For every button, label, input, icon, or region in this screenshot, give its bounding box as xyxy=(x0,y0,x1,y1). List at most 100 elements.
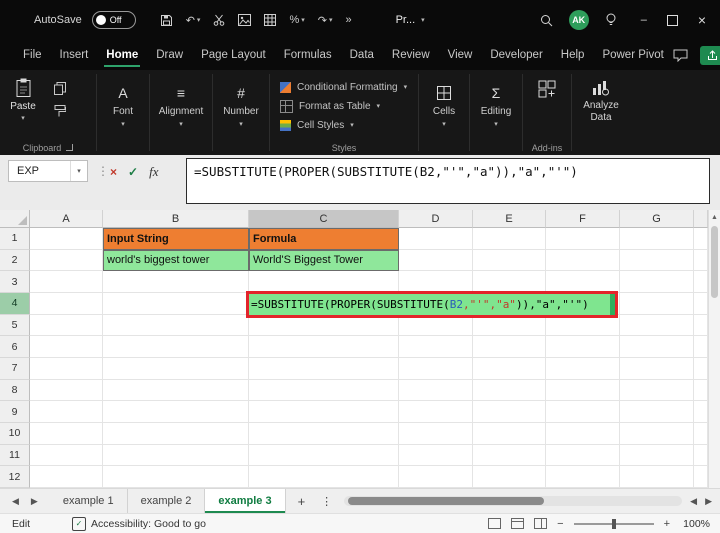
zoom-out-button[interactable]: − xyxy=(557,518,563,530)
document-title[interactable]: Pr... ▾ xyxy=(396,14,425,26)
sheet-tab-example-2[interactable]: example 2 xyxy=(128,489,206,513)
cell-G6[interactable] xyxy=(620,336,694,358)
accessibility-status[interactable]: ✓ Accessibility: Good to go xyxy=(72,517,206,531)
addins-button[interactable] xyxy=(538,70,556,140)
cell-D1[interactable] xyxy=(399,228,473,250)
cell-A9[interactable] xyxy=(30,401,103,423)
row-header-3[interactable]: 3 xyxy=(0,271,30,293)
hscroll-right-icon[interactable]: ▶ xyxy=(705,496,712,507)
font-group-collapsed[interactable]: A Font ▾ xyxy=(97,70,149,155)
cell-C2[interactable]: World'S Biggest Tower xyxy=(249,250,399,272)
sheet-tab-example-3[interactable]: example 3 xyxy=(205,489,285,513)
cell-C11[interactable] xyxy=(249,445,399,467)
cell-F3[interactable] xyxy=(546,271,620,293)
format-painter-icon[interactable] xyxy=(54,105,66,117)
editing-group-collapsed[interactable]: Σ Editing ▾ xyxy=(470,70,522,155)
row-header-9[interactable]: 9 xyxy=(0,401,30,423)
number-group-collapsed[interactable]: # Number ▾ xyxy=(213,70,269,155)
cell-E1[interactable] xyxy=(473,228,546,250)
cell-B7[interactable] xyxy=(103,358,249,380)
undo-button[interactable]: ↶ ▾ xyxy=(186,14,201,27)
cell-G2[interactable] xyxy=(620,250,694,272)
cell-F11[interactable] xyxy=(546,445,620,467)
column-header-D[interactable]: D xyxy=(399,210,473,228)
row-header-2[interactable]: 2 xyxy=(0,250,30,272)
conditional-formatting-button[interactable]: Conditional Formatting ▾ xyxy=(280,82,407,93)
percent-icon[interactable]: % ▾ xyxy=(289,14,304,26)
copy-icon[interactable] xyxy=(54,82,66,95)
cell-D12[interactable] xyxy=(399,466,473,488)
cell-A1[interactable] xyxy=(30,228,103,250)
cell-E9[interactable] xyxy=(473,401,546,423)
vertical-scrollbar-thumb[interactable] xyxy=(711,226,718,298)
cell-A11[interactable] xyxy=(30,445,103,467)
new-sheet-button[interactable]: + xyxy=(286,494,318,509)
column-header-F[interactable]: F xyxy=(546,210,620,228)
hscroll-left-icon[interactable]: ◀ xyxy=(690,496,697,507)
cell-G5[interactable] xyxy=(620,315,694,337)
confirm-entry-button[interactable]: ✓ xyxy=(128,165,138,179)
cell-E8[interactable] xyxy=(473,380,546,402)
autosave-toggle[interactable]: Off xyxy=(92,11,136,29)
cell-A2[interactable] xyxy=(30,250,103,272)
cell-E11[interactable] xyxy=(473,445,546,467)
cell-A10[interactable] xyxy=(30,423,103,445)
insert-function-button[interactable]: fx xyxy=(149,164,158,180)
clipboard-dialog-launcher-icon[interactable] xyxy=(66,144,73,151)
row-header-5[interactable]: 5 xyxy=(0,315,30,337)
row-header-1[interactable]: 1 xyxy=(0,228,30,250)
qat-overflow-icon[interactable]: » xyxy=(345,14,351,26)
cell-C12[interactable] xyxy=(249,466,399,488)
column-header-C[interactable]: C xyxy=(249,210,399,228)
cell-F10[interactable] xyxy=(546,423,620,445)
cell-A8[interactable] xyxy=(30,380,103,402)
cell-D11[interactable] xyxy=(399,445,473,467)
cell-A7[interactable] xyxy=(30,358,103,380)
avatar[interactable]: AK xyxy=(569,10,589,30)
picture-icon[interactable] xyxy=(238,14,251,26)
cell-G3[interactable] xyxy=(620,271,694,293)
cell-E3[interactable] xyxy=(473,271,546,293)
zoom-slider-thumb[interactable] xyxy=(612,519,616,529)
save-icon[interactable] xyxy=(160,14,173,27)
horizontal-scrollbar[interactable] xyxy=(344,496,682,506)
cell-G7[interactable] xyxy=(620,358,694,380)
cell-D2[interactable] xyxy=(399,250,473,272)
cell-styles-button[interactable]: Cell Styles ▾ xyxy=(280,120,407,131)
cell-A4[interactable] xyxy=(30,293,103,315)
redo-button[interactable]: ↷ ▾ xyxy=(318,14,333,27)
cell-G9[interactable] xyxy=(620,401,694,423)
cell-F8[interactable] xyxy=(546,380,620,402)
scroll-up-icon[interactable]: ▲ xyxy=(709,210,720,224)
tab-help[interactable]: Help xyxy=(552,40,594,70)
cell-D6[interactable] xyxy=(399,336,473,358)
sheet-nav-left-icon[interactable]: ◀ xyxy=(12,496,19,507)
cell-B2[interactable]: world's biggest tower xyxy=(103,250,249,272)
cell-B11[interactable] xyxy=(103,445,249,467)
sheet-options-icon[interactable]: ⋮ xyxy=(317,495,336,508)
tab-formulas[interactable]: Formulas xyxy=(275,40,341,70)
cell-F2[interactable] xyxy=(546,250,620,272)
row-header-6[interactable]: 6 xyxy=(0,336,30,358)
alignment-group-collapsed[interactable]: ≡ Alignment ▾ xyxy=(150,70,212,155)
cell-E6[interactable] xyxy=(473,336,546,358)
tab-insert[interactable]: Insert xyxy=(51,40,98,70)
tab-file[interactable]: File xyxy=(14,40,51,70)
minimize-button[interactable]: – xyxy=(641,14,647,26)
cell-B4[interactable] xyxy=(103,293,249,315)
column-header-B[interactable]: B xyxy=(103,210,249,228)
cell-A3[interactable] xyxy=(30,271,103,293)
tab-data[interactable]: Data xyxy=(341,40,383,70)
cell-D10[interactable] xyxy=(399,423,473,445)
share-button[interactable] xyxy=(700,46,720,65)
cell-E7[interactable] xyxy=(473,358,546,380)
cell-B6[interactable] xyxy=(103,336,249,358)
column-header-G[interactable]: G xyxy=(620,210,694,228)
vertical-scrollbar[interactable]: ▲ xyxy=(708,210,720,488)
row-header-4[interactable]: 4 xyxy=(0,293,30,315)
copilot-icon[interactable] xyxy=(605,13,617,27)
cell-C7[interactable] xyxy=(249,358,399,380)
tab-power-pivot[interactable]: Power Pivot xyxy=(593,40,672,70)
cell-E10[interactable] xyxy=(473,423,546,445)
row-header-10[interactable]: 10 xyxy=(0,423,30,445)
